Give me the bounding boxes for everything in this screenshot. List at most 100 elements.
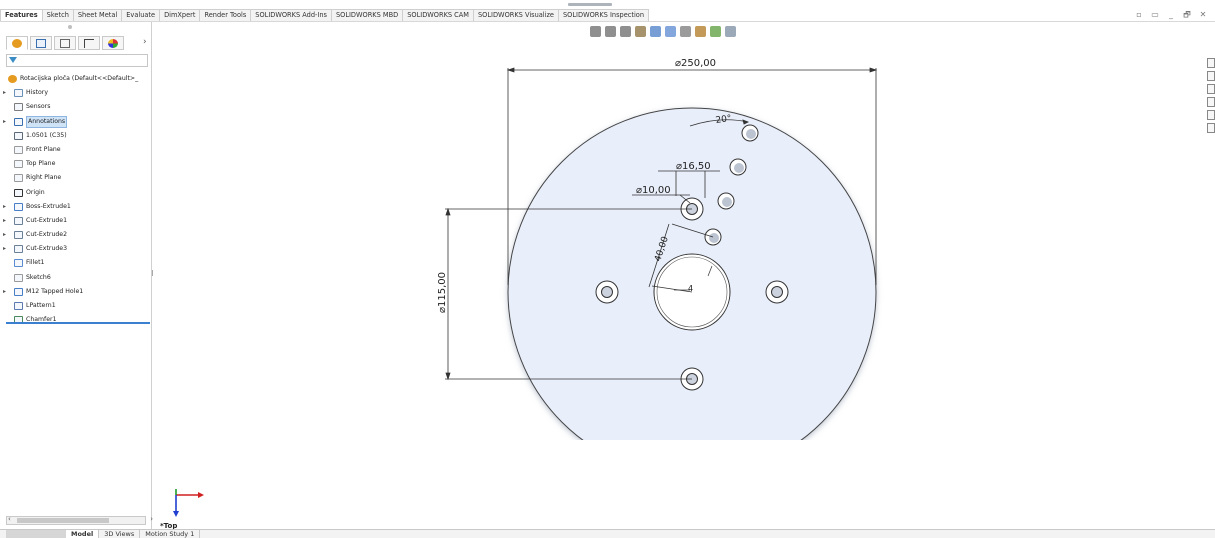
display-manager-icon xyxy=(108,39,118,48)
feature-tree-item-history[interactable]: ▸ History xyxy=(0,86,150,100)
feature-tree-item-label: Cut-Extrude1 xyxy=(26,216,68,224)
bolt-hole-right[interactable] xyxy=(765,280,789,304)
previous-view-icon[interactable] xyxy=(620,26,631,37)
feature-tree-item-right-plane[interactable]: Right Plane xyxy=(0,171,150,185)
pattern-hole-3[interactable] xyxy=(729,158,747,176)
feature-tree-item-cut-extrude1[interactable]: ▸ Cut-Extrude1 xyxy=(0,214,150,228)
view-orientation-icon[interactable] xyxy=(650,26,661,37)
feature-tree-item-boss-extrude1[interactable]: ▸ Boss-Extrude1 xyxy=(0,200,150,214)
zoom-area-icon[interactable] xyxy=(605,26,616,37)
feature-tree-item-sensors[interactable]: Sensors xyxy=(0,100,150,114)
command-tab-solidworks-visualize[interactable]: SOLIDWORKS Visualize xyxy=(472,9,559,21)
sensors-icon xyxy=(14,103,23,112)
command-tab-solidworks-mbd[interactable]: SOLIDWORKS MBD xyxy=(330,9,404,21)
task-pane-appearances-icon[interactable] xyxy=(1207,110,1215,120)
panel-horizontal-scrollbar[interactable]: ‹ › xyxy=(6,515,153,525)
expand-arrow-icon[interactable]: ▸ xyxy=(3,200,6,214)
bottom-tab-3d-views[interactable]: 3D Views xyxy=(99,530,141,538)
feature-tree-item-origin[interactable]: Origin xyxy=(0,186,150,200)
tile-icon[interactable]: ▭ xyxy=(1151,11,1159,19)
cut-extrude-icon xyxy=(14,231,23,240)
task-pane-resources-icon[interactable] xyxy=(1207,71,1215,81)
feature-tree-item-top-plane[interactable]: Top Plane xyxy=(0,157,150,171)
task-pane-home-icon[interactable] xyxy=(1207,58,1215,68)
scrollbar-thumb[interactable] xyxy=(17,518,109,523)
expand-arrow-icon[interactable]: ▸ xyxy=(3,285,6,299)
bottom-tab-model[interactable]: Model xyxy=(66,530,100,538)
command-tab-sheet-metal[interactable]: Sheet Metal xyxy=(72,9,123,21)
feature-tree-item-cut-extrude2[interactable]: ▸ Cut-Extrude2 xyxy=(0,228,150,242)
apply-scene-icon[interactable] xyxy=(710,26,721,37)
command-tab-solidworks-add-ins[interactable]: SOLIDWORKS Add-Ins xyxy=(250,9,332,21)
boss-extrude-icon xyxy=(14,202,23,211)
feature-tree-item-chamfer1[interactable]: Chamfer1 xyxy=(0,313,150,327)
expand-arrow-icon[interactable]: ▸ xyxy=(3,115,6,129)
bolt-hole-left[interactable] xyxy=(595,280,619,304)
feature-tree-item-front-plane[interactable]: Front Plane xyxy=(0,143,150,157)
tab-display-manager[interactable] xyxy=(102,36,124,50)
display-style-icon[interactable] xyxy=(665,26,676,37)
task-pane-file-explorer-icon[interactable] xyxy=(1207,97,1215,107)
tab-configuration-manager[interactable] xyxy=(54,36,76,50)
plane-icon xyxy=(14,160,23,169)
feature-tree-item-lpattern1[interactable]: LPattern1 xyxy=(0,299,150,313)
view-settings-icon[interactable] xyxy=(725,26,736,37)
tab-property-manager[interactable] xyxy=(30,36,52,50)
command-tab-evaluate[interactable]: Evaluate xyxy=(121,9,161,21)
graphics-viewport[interactable]: ⌀250,00 ⌀115,00 20° ⌀16,50 ⌀10,00 40,00 … xyxy=(155,40,895,440)
pattern-hole-2[interactable] xyxy=(717,192,735,210)
edit-appearance-icon[interactable] xyxy=(695,26,706,37)
feature-tree-item-label: Chamfer1 xyxy=(26,316,57,324)
feature-tree-root[interactable]: Rotacijska ploča (Default<<Default>_ xyxy=(0,72,150,86)
dimension-hole-large-text: ⌀16,50 xyxy=(676,161,711,172)
hide-show-icon[interactable] xyxy=(680,26,691,37)
restore-icon[interactable]: ▫ xyxy=(1135,11,1143,19)
task-pane-custom-properties-icon[interactable] xyxy=(1207,123,1215,133)
more-tabs-arrow-icon[interactable]: › xyxy=(143,37,147,47)
command-manager-tabs: Features Sketch Sheet Metal Evaluate DimXper… xyxy=(0,9,680,21)
feature-tree-item-sketch6[interactable]: Sketch6 xyxy=(0,271,150,285)
expand-arrow-icon[interactable]: ▸ xyxy=(3,242,6,256)
pattern-hole-4[interactable] xyxy=(741,124,759,142)
command-tab-sketch[interactable]: Sketch xyxy=(41,9,74,21)
expand-arrow-icon[interactable]: ▸ xyxy=(3,228,6,242)
feature-tree-item-fillet1[interactable]: Fillet1 xyxy=(0,256,150,270)
expand-arrow-icon[interactable]: ▸ xyxy=(3,214,6,228)
heads-up-view-toolbar xyxy=(590,26,736,37)
panel-grip[interactable] xyxy=(68,25,72,29)
feature-tree-item-1-0501-c35[interactable]: 1.0501 (C35) xyxy=(0,129,150,143)
close-icon[interactable]: ✕ xyxy=(1199,11,1207,19)
command-tab-render-tools[interactable]: Render Tools xyxy=(199,9,252,21)
task-pane-design-library-icon[interactable] xyxy=(1207,84,1215,94)
tab-feature-manager[interactable] xyxy=(6,36,28,50)
section-view-icon[interactable] xyxy=(635,26,646,37)
dimension-bolt-circle-text: ⌀115,00 xyxy=(437,272,448,313)
scroll-right-icon[interactable]: › xyxy=(150,515,153,523)
feature-tree-item-annotations[interactable]: ▸ Annotations xyxy=(0,115,150,129)
tab-navigation-arrows[interactable] xyxy=(6,530,66,538)
feature-tree-item-label: 1.0501 (C35) xyxy=(26,131,67,139)
scroll-left-icon[interactable]: ‹ xyxy=(8,515,11,523)
command-tab-solidworks-inspection[interactable]: SOLIDWORKS Inspection xyxy=(558,9,650,21)
command-tab-solidworks-cam[interactable]: SOLIDWORKS CAM xyxy=(402,9,474,21)
bottom-tab-motion-study-1[interactable]: Motion Study 1 xyxy=(140,530,201,538)
expand-arrow-icon[interactable]: ▸ xyxy=(3,86,6,100)
dimension-outer-diameter-text: ⌀250,00 xyxy=(675,58,716,69)
feature-tree-item-label: Top Plane xyxy=(26,160,56,168)
feature-tree-item-cut-extrude3[interactable]: ▸ Cut-Extrude3 xyxy=(0,242,150,256)
toolbar-grip[interactable] xyxy=(568,3,612,6)
feature-tree-item-label: Cut-Extrude3 xyxy=(26,245,68,253)
part-icon xyxy=(8,75,17,83)
feature-tree-item-m12-tapped-hole1[interactable]: ▸ M12 Tapped Hole1 xyxy=(0,285,150,299)
feature-manager-panel: › Rotacijska ploča (Default<<Default>_ ▸ H… xyxy=(0,22,153,532)
task-pane-tabs xyxy=(1207,58,1215,133)
command-tab-features[interactable]: Features xyxy=(0,9,43,21)
maximize-icon[interactable]: 🗗 xyxy=(1183,11,1191,19)
tab-dimxpert-manager[interactable] xyxy=(78,36,100,50)
zoom-fit-icon[interactable] xyxy=(590,26,601,37)
feature-tree-filter[interactable] xyxy=(6,54,148,67)
minimize-icon[interactable]: _ xyxy=(1167,11,1175,19)
rollback-bar[interactable] xyxy=(6,322,150,324)
feature-tree-item-label: Origin xyxy=(26,188,45,196)
command-tab-dimxpert[interactable]: DimXpert xyxy=(159,9,201,21)
